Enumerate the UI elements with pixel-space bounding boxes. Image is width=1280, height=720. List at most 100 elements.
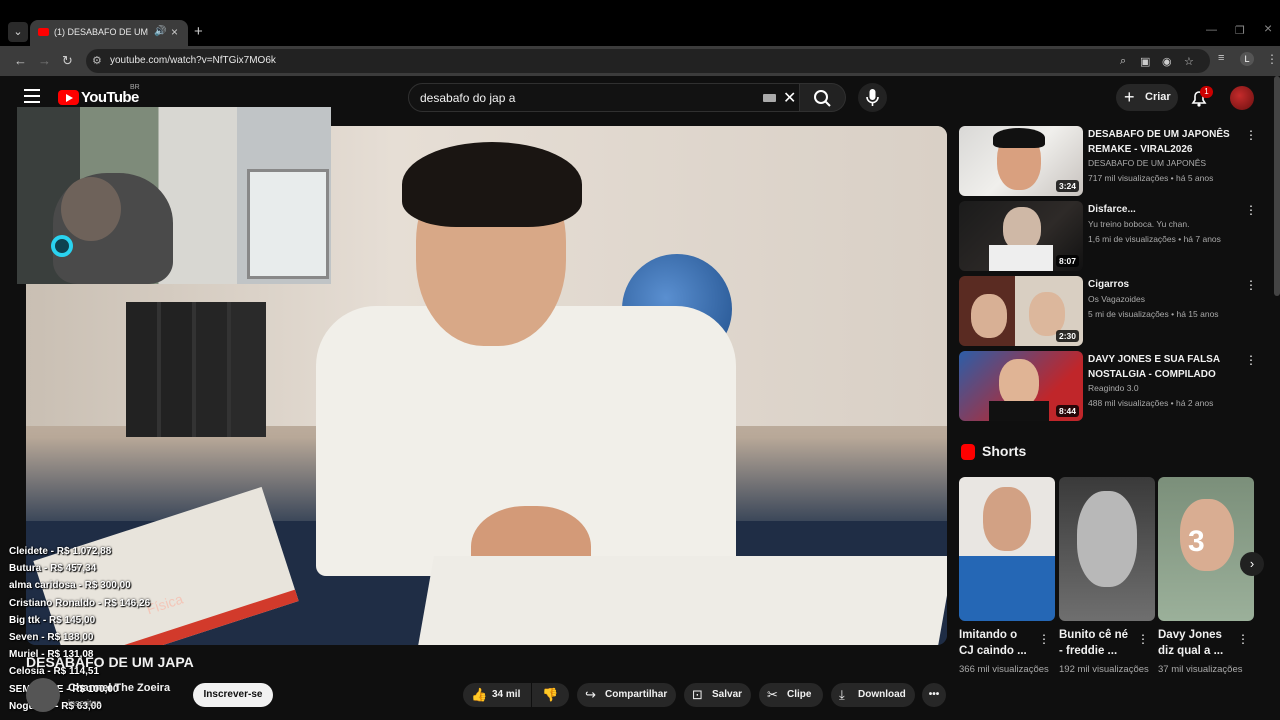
close-window-icon[interactable]: × bbox=[1264, 20, 1272, 36]
browser-tab[interactable]: (1) DESABAFO DE UM JAPA 🔊 × bbox=[30, 20, 188, 46]
recommendation-channel[interactable]: Reagindo 3.0 bbox=[1088, 383, 1139, 393]
media-control-icon[interactable]: ≡ bbox=[1218, 52, 1224, 64]
video-frame-books bbox=[126, 302, 266, 437]
create-button[interactable]: + Criar bbox=[1116, 84, 1178, 111]
reload-icon[interactable]: ↻ bbox=[62, 53, 73, 69]
address-bar[interactable]: ⚙ youtube.com/watch?v=NfTGix7MO6k ⌕ ▣ ◉ … bbox=[86, 49, 1210, 73]
short-views: 37 mil visualizações bbox=[1158, 664, 1243, 675]
tab-search-chevron-icon[interactable]: ⌄ bbox=[8, 22, 28, 42]
profile-avatar[interactable]: L bbox=[1240, 52, 1254, 66]
plus-icon: + bbox=[1124, 87, 1135, 107]
video-thumbnail[interactable]: 3:24 bbox=[959, 126, 1083, 196]
recommendation-title[interactable]: Disfarce... bbox=[1088, 202, 1238, 217]
recommendation-channel[interactable]: Os Vagazoides bbox=[1088, 294, 1145, 304]
video-duration: 8:07 bbox=[1055, 255, 1079, 267]
short-thumbnail[interactable] bbox=[1059, 477, 1155, 621]
thumbs-down-icon: 👎 bbox=[542, 687, 559, 702]
like-button[interactable]: 👍 34 mil bbox=[463, 683, 531, 707]
shorts-logo-icon bbox=[961, 444, 975, 460]
subscribe-button[interactable]: Inscrever-se bbox=[193, 683, 273, 707]
recommendation-item[interactable]: 8:44 DAVY JONES E SUA FALSA NOSTALGIA - … bbox=[959, 351, 1259, 421]
recommendation-item[interactable]: 8:07 Disfarce... Yu treino boboca. Yu ch… bbox=[959, 201, 1259, 271]
share-button[interactable]: ↪ Compartilhar bbox=[577, 683, 676, 707]
short-thumbnail[interactable]: 3 bbox=[1158, 477, 1254, 621]
restore-icon[interactable]: ❐ bbox=[1235, 24, 1245, 37]
channel-avatar[interactable] bbox=[26, 678, 60, 712]
short-title[interactable]: Davy Jones diz qual a ... bbox=[1158, 627, 1230, 659]
search-icon bbox=[814, 90, 831, 107]
thumbs-up-icon: 👍 bbox=[471, 687, 488, 702]
forward-icon[interactable]: → bbox=[38, 53, 51, 68]
recommendation-meta: 717 mil visualizações • há 5 anos bbox=[1088, 173, 1214, 183]
download-icon: ⤓ bbox=[839, 687, 845, 702]
more-options-icon[interactable]: ⋮ bbox=[1038, 632, 1050, 646]
more-options-icon[interactable]: ⋮ bbox=[1237, 632, 1249, 646]
minimize-icon[interactable]: — bbox=[1206, 24, 1217, 36]
video-thumbnail[interactable]: 8:07 bbox=[959, 201, 1083, 271]
donation-item: Cleidete - R$ 1.072,88 bbox=[9, 546, 112, 557]
search-input[interactable]: desabafo do jap a ✕ bbox=[408, 83, 800, 112]
clip-button[interactable]: ✂ Clipe bbox=[759, 683, 823, 707]
bookmark-star-icon[interactable]: ☆ bbox=[1184, 55, 1194, 68]
clear-search-icon[interactable]: ✕ bbox=[783, 88, 796, 108]
more-options-icon[interactable]: ⋮ bbox=[1137, 632, 1149, 646]
new-tab-icon[interactable]: + bbox=[194, 23, 203, 40]
webcam-overlay bbox=[17, 107, 331, 284]
more-options-icon[interactable]: ⋮ bbox=[1245, 203, 1257, 217]
like-count: 34 mil bbox=[492, 689, 521, 700]
save-button[interactable]: ⊡ Salvar bbox=[684, 683, 751, 707]
short-views: 192 mil visualizações bbox=[1059, 664, 1149, 675]
url-text: youtube.com/watch?v=NfTGix7MO6k bbox=[110, 55, 276, 66]
rat-mask-face bbox=[61, 177, 121, 241]
video-thumbnail[interactable]: 8:44 bbox=[959, 351, 1083, 421]
page-scrollbar[interactable] bbox=[1274, 76, 1280, 296]
cast-icon[interactable]: ▣ bbox=[1140, 55, 1150, 68]
channel-name[interactable]: Channel The Zoeira bbox=[68, 682, 170, 694]
video-title: DESABAFO DE UM JAPA bbox=[26, 654, 194, 670]
video-frame-papers bbox=[418, 556, 947, 645]
account-avatar[interactable] bbox=[1230, 86, 1254, 110]
download-label: Download bbox=[858, 689, 906, 700]
more-actions-button[interactable]: ••• bbox=[922, 683, 946, 707]
more-options-icon[interactable]: ⋮ bbox=[1245, 278, 1257, 292]
back-icon[interactable]: ← bbox=[14, 53, 27, 68]
more-options-icon[interactable]: ⋮ bbox=[1245, 353, 1257, 367]
browser-toolbar: ← → ↻ ⚙ youtube.com/watch?v=NfTGix7MO6k … bbox=[0, 46, 1280, 76]
recommendation-title[interactable]: Cigarros bbox=[1088, 277, 1238, 292]
tracking-protection-icon[interactable]: ◉ bbox=[1162, 55, 1172, 68]
short-thumbnail[interactable] bbox=[959, 477, 1055, 621]
recommendation-item[interactable]: 2:30 Cigarros Os Vagazoides 5 mi de visu… bbox=[959, 276, 1259, 346]
recommendation-channel[interactable]: DESABAFO DE UM JAPONÊS bbox=[1088, 158, 1206, 168]
short-title[interactable]: Imitando o CJ caindo ... bbox=[959, 627, 1031, 659]
close-tab-icon[interactable]: × bbox=[171, 25, 178, 39]
share-icon: ↪ bbox=[585, 687, 596, 702]
speaker-icon[interactable]: 🔊 bbox=[154, 26, 166, 37]
download-button[interactable]: ⤓ Download bbox=[831, 683, 915, 707]
short-overlay-text: 3 bbox=[1188, 525, 1205, 558]
recommendation-channel[interactable]: Yu treino boboca. Yu chan. bbox=[1088, 219, 1189, 229]
recommendation-meta: 5 mi de visualizações • há 15 anos bbox=[1088, 309, 1219, 319]
menu-hamburger-icon[interactable] bbox=[24, 89, 40, 103]
site-info-icon[interactable]: ⚙ bbox=[92, 54, 102, 67]
short-title[interactable]: Bunito cê né - freddie ... bbox=[1059, 627, 1131, 659]
donation-item: alma caridosa - R$ 300,00 bbox=[9, 580, 131, 592]
video-thumbnail[interactable]: 2:30 bbox=[959, 276, 1083, 346]
zoom-icon[interactable]: ⌕ bbox=[1120, 55, 1126, 68]
donation-item: Cristiano Ronaldo - R$ 146,26 bbox=[9, 597, 151, 609]
create-label: Criar bbox=[1145, 91, 1171, 103]
tab-title: (1) DESABAFO DE UM JAPA bbox=[54, 27, 150, 37]
youtube-favicon-icon bbox=[38, 28, 49, 36]
voice-search-button[interactable] bbox=[858, 83, 887, 112]
recommendation-title[interactable]: DESABAFO DE UM JAPONÊS REMAKE - VIRAL202… bbox=[1088, 127, 1238, 157]
share-label: Compartilhar bbox=[605, 689, 668, 700]
recommendation-item[interactable]: 3:24 DESABAFO DE UM JAPONÊS REMAKE - VIR… bbox=[959, 126, 1259, 196]
search-button[interactable] bbox=[800, 83, 846, 112]
keyboard-icon[interactable] bbox=[763, 94, 776, 102]
video-frame-person bbox=[316, 142, 736, 596]
recommendation-title[interactable]: DAVY JONES E SUA FALSA NOSTALGIA - COMPI… bbox=[1088, 352, 1238, 382]
more-options-icon[interactable]: ⋮ bbox=[1245, 128, 1257, 142]
browser-menu-icon[interactable]: ⋮ bbox=[1266, 52, 1278, 66]
shorts-next-arrow-icon[interactable]: › bbox=[1240, 552, 1264, 576]
save-label: Salvar bbox=[712, 689, 743, 700]
dislike-button[interactable]: 👎 bbox=[532, 683, 569, 707]
